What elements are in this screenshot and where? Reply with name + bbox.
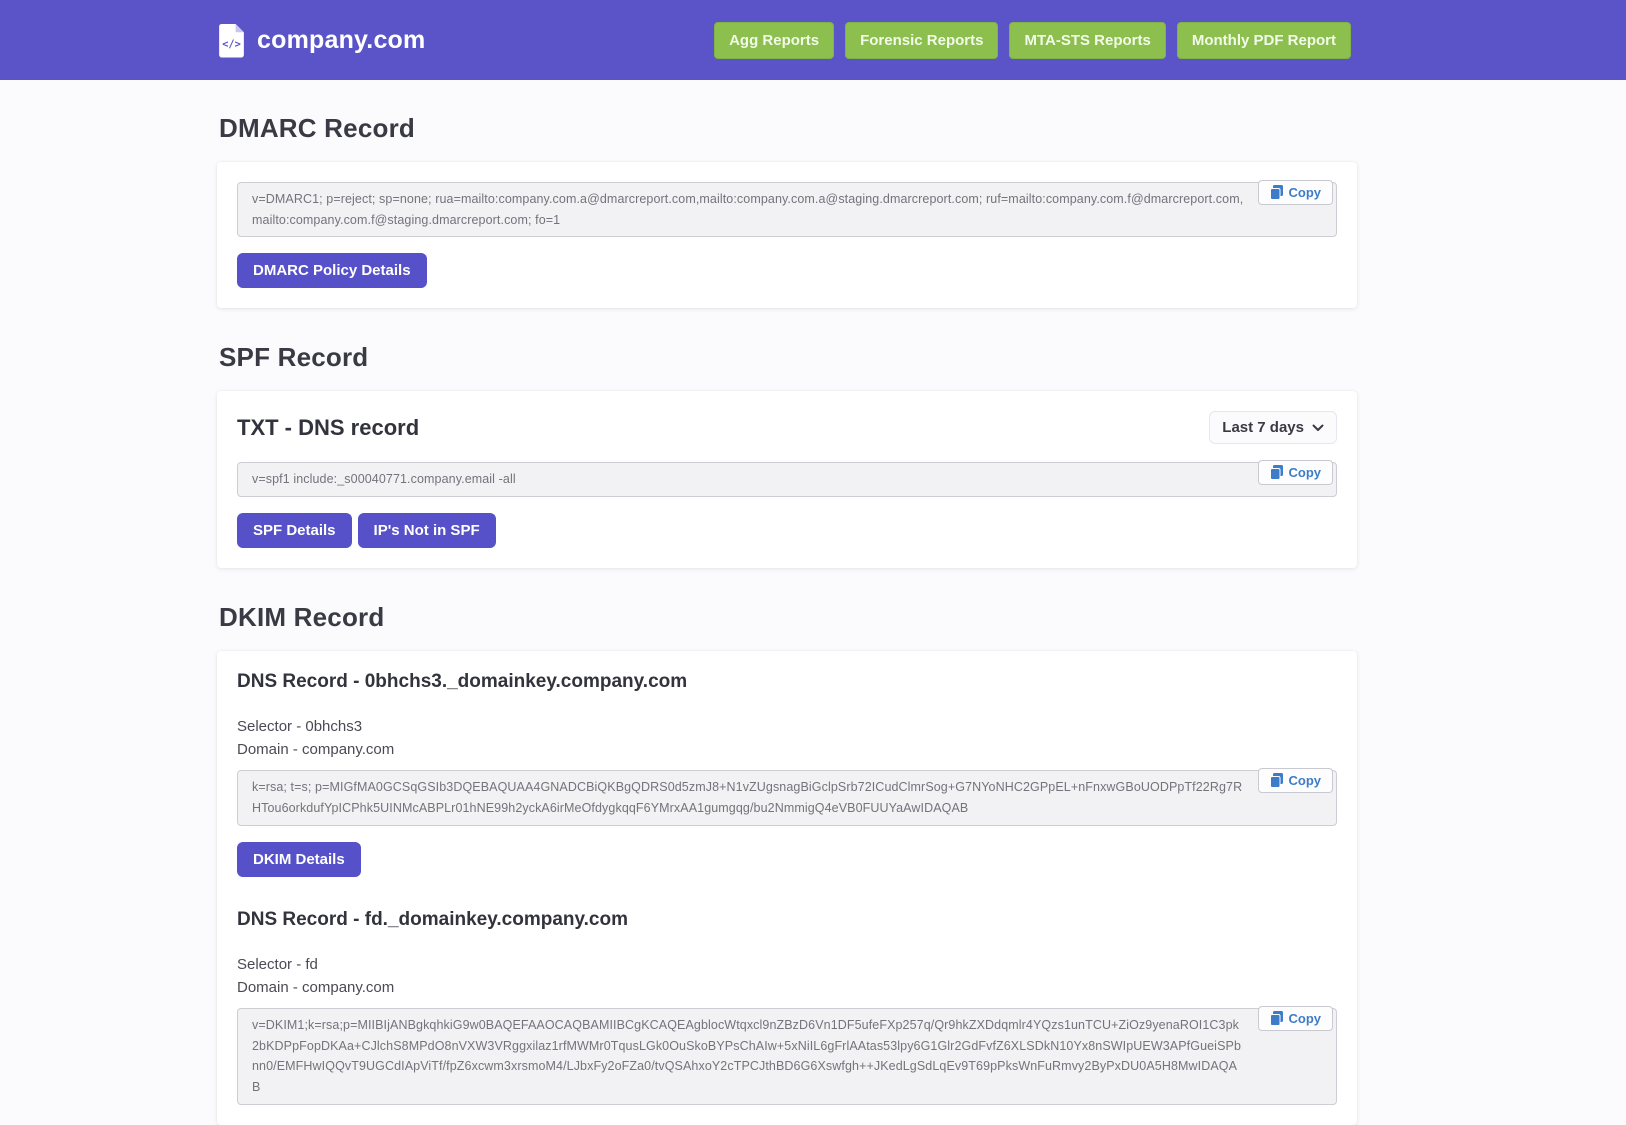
dkim-record-2-domain: Domain - company.com [237, 978, 395, 996]
dkim-record-2-box: v=DKIM1;k=rsa;p=MIIBIjANBgkqhkiG9w0BAQEF… [237, 1006, 1337, 1105]
spf-card: TXT - DNS record Last 7 days v=spf1 incl… [217, 391, 1357, 568]
dkim-record-1-value: k=rsa; t=s; p=MIGfMA0GCSqGSIb3DQEBAQUAA4… [252, 780, 1243, 815]
dkim-details-button[interactable]: DKIM Details [237, 841, 361, 877]
dkim-record-1-title: DNS Record - 0bhchs3._domainkey.company.… [237, 670, 688, 692]
dmarc-copy-button[interactable]: Copy [1257, 180, 1333, 205]
main-content: DMARC Record v=DMARC1; p=reject; sp=none… [0, 80, 1626, 1125]
chevron-down-icon [1312, 424, 1324, 432]
copy-icon [1269, 185, 1283, 200]
spf-section-title: SPF Record [219, 342, 369, 373]
dmarc-card: v=DMARC1; p=reject; sp=none; rua=mailto:… [217, 162, 1357, 309]
spf-card-title: TXT - DNS record [237, 414, 420, 440]
dkim-record-1-selector: Selector - 0bhchs3 [237, 717, 363, 735]
header-nav: Agg Reports Forensic Reports MTA-STS Rep… [714, 21, 1351, 59]
spf-record-value: v=spf1 include:_s00040771.company.email … [252, 472, 516, 487]
dkim-section-title: DKIM Record [219, 601, 385, 632]
spf-button-row: SPF Details IP's Not in SPF [237, 512, 1337, 548]
ips-not-in-spf-button[interactable]: IP's Not in SPF [357, 512, 496, 548]
file-code-icon: </> [218, 23, 245, 58]
copy-button-label: Copy [1288, 773, 1322, 789]
app-header: </> company.com Agg Reports Forensic Rep… [0, 0, 1626, 80]
dkim-record-2-meta: Selector - fd Domain - company.com [237, 953, 1337, 1000]
dmarc-policy-details-button[interactable]: DMARC Policy Details [237, 253, 427, 289]
spf-copy-button[interactable]: Copy [1257, 460, 1333, 486]
brand[interactable]: </> company.com [218, 23, 425, 58]
period-selector-value: Last 7 days [1222, 419, 1304, 437]
copy-button-label: Copy [1288, 465, 1322, 481]
copy-icon [1269, 1011, 1283, 1027]
copy-button-label: Copy [1288, 1011, 1322, 1027]
brand-name: company.com [257, 25, 426, 54]
dkim-record-2-value: v=DKIM1;k=rsa;p=MIIBIjANBgkqhkiG9w0BAQEF… [252, 1018, 1241, 1094]
dkim-record-1-meta: Selector - 0bhchs3 Domain - company.com [237, 715, 1337, 762]
svg-text:</>: </> [222, 38, 241, 50]
dkim-record-2-selector: Selector - fd [237, 955, 318, 973]
dkim-card: DNS Record - 0bhchs3._domainkey.company.… [217, 650, 1357, 1125]
nav-forensic-reports[interactable]: Forensic Reports [845, 21, 999, 59]
dkim-record-2-copy-button[interactable]: Copy [1257, 1006, 1333, 1032]
period-selector[interactable]: Last 7 days [1209, 411, 1337, 445]
copy-icon [1269, 773, 1283, 789]
spf-details-button[interactable]: SPF Details [237, 512, 352, 548]
copy-icon [1269, 465, 1283, 481]
dmarc-section-title: DMARC Record [219, 113, 415, 143]
dkim-record-1-box: k=rsa; t=s; p=MIGfMA0GCSqGSIb3DQEBAQUAA4… [237, 768, 1337, 826]
spf-card-head: TXT - DNS record Last 7 days [237, 411, 1337, 445]
nav-agg-reports[interactable]: Agg Reports [714, 21, 835, 59]
nav-mta-sts-reports[interactable]: MTA-STS Reports [1009, 21, 1166, 59]
copy-button-label: Copy [1288, 185, 1322, 200]
dkim-record-1-domain: Domain - company.com [237, 741, 395, 759]
spf-record-box: v=spf1 include:_s00040771.company.email … [237, 460, 1337, 497]
dkim-record-2-title: DNS Record - fd._domainkey.company.com [237, 908, 628, 930]
dmarc-record-box: v=DMARC1; p=reject; sp=none; rua=mailto:… [237, 180, 1337, 238]
nav-monthly-pdf-report[interactable]: Monthly PDF Report [1176, 21, 1351, 59]
dmarc-record-value: v=DMARC1; p=reject; sp=none; rua=mailto:… [252, 192, 1244, 227]
dkim-record-1-copy-button[interactable]: Copy [1257, 768, 1333, 794]
